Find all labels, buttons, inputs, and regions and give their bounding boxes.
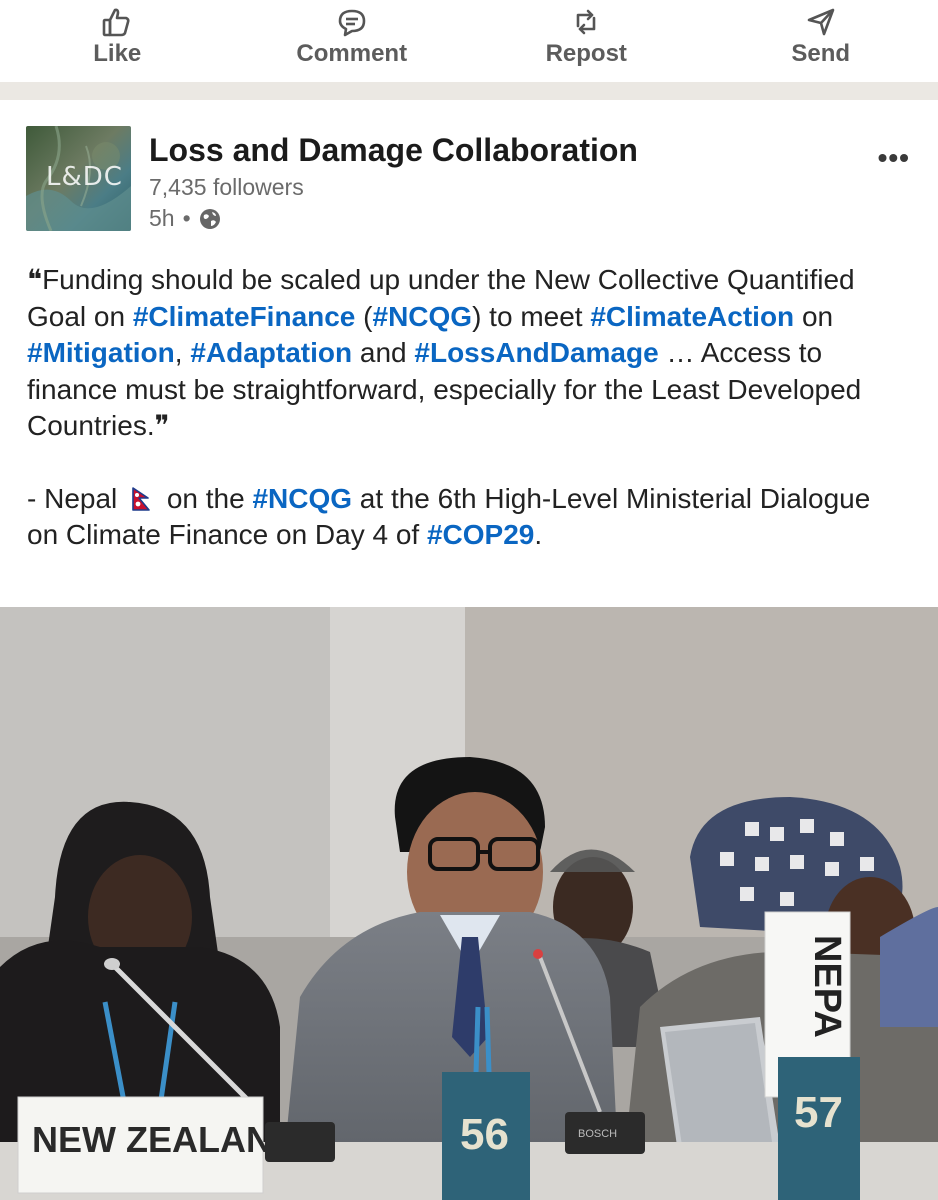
repost-label: Repost: [545, 40, 627, 67]
feed-divider: [0, 82, 938, 100]
repost-icon: [576, 9, 596, 35]
seat-number-57: 57: [794, 1088, 843, 1137]
meta-separator: •: [182, 205, 191, 231]
post-text: ❝Funding should be scaled up under the N…: [27, 262, 907, 554]
body-text: ,: [174, 337, 191, 368]
placard-new-zealand: NEW ZEALAND: [32, 1119, 298, 1160]
send-label: Send: [791, 40, 851, 67]
body-text: on the: [159, 482, 253, 514]
hashtag-lossanddamage[interactable]: #LossAndDamage: [414, 337, 658, 368]
post-photo[interactable]: NEW ZEALAND 56 NEPA 57 BOSCH: [0, 607, 938, 1200]
thumbs-up-icon: [102, 8, 130, 37]
post-meta: 5h •: [149, 205, 221, 232]
quote-paragraph: ❝Funding should be scaled up under the N…: [27, 262, 907, 445]
hashtag-ncqg[interactable]: #NCQG: [373, 301, 473, 332]
nepal-flag-icon: [132, 486, 150, 511]
follower-count: 7,435 followers: [149, 174, 304, 200]
post-action-bar: Like Comment Repost Send: [0, 0, 938, 82]
hashtag-climatefinance[interactable]: #ClimateFinance: [133, 301, 356, 332]
send-icon: [807, 8, 835, 36]
repost-button[interactable]: Repost: [469, 0, 704, 82]
body-text: .: [534, 519, 543, 550]
like-label: Like: [93, 40, 142, 67]
hashtag-cop29[interactable]: #COP29: [427, 519, 534, 550]
body-text: (: [355, 300, 373, 332]
post-header: L&DC Loss and Damage Collaboration 7,435…: [26, 126, 916, 234]
mic-brand-label: BOSCH: [578, 1128, 617, 1140]
body-text: on: [794, 300, 834, 332]
body-text: - Nepal: [27, 482, 126, 514]
post-time: 5h: [149, 205, 175, 231]
hashtag-climateaction[interactable]: #ClimateAction: [590, 301, 794, 332]
quote-close-mark: ❞: [154, 410, 170, 441]
globe-icon: [199, 208, 220, 229]
hashtag-mitigation[interactable]: #Mitigation: [27, 337, 175, 368]
company-avatar[interactable]: L&DC: [26, 126, 131, 231]
more-options-button[interactable]: •••: [878, 142, 910, 174]
body-text: ) to meet: [472, 300, 591, 332]
avatar-logo-text: L&DC: [46, 162, 123, 192]
send-button[interactable]: Send: [704, 0, 938, 82]
placard-nepal: NEPA: [806, 935, 848, 1038]
quote-open-mark: ❝: [27, 264, 43, 295]
author-name[interactable]: Loss and Damage Collaboration: [149, 132, 638, 169]
seat-number-56: 56: [460, 1110, 509, 1159]
comment-label: Comment: [296, 40, 408, 67]
attribution-paragraph: - Nepal on the #NCQG at the 6th High-Lev…: [27, 481, 907, 554]
comment-icon: [338, 9, 366, 37]
hashtag-ncqg-2[interactable]: #NCQG: [252, 483, 352, 514]
hashtag-adaptation[interactable]: #Adaptation: [190, 337, 352, 368]
body-text: and: [352, 337, 415, 368]
like-button[interactable]: Like: [0, 0, 235, 82]
comment-button[interactable]: Comment: [235, 0, 470, 82]
